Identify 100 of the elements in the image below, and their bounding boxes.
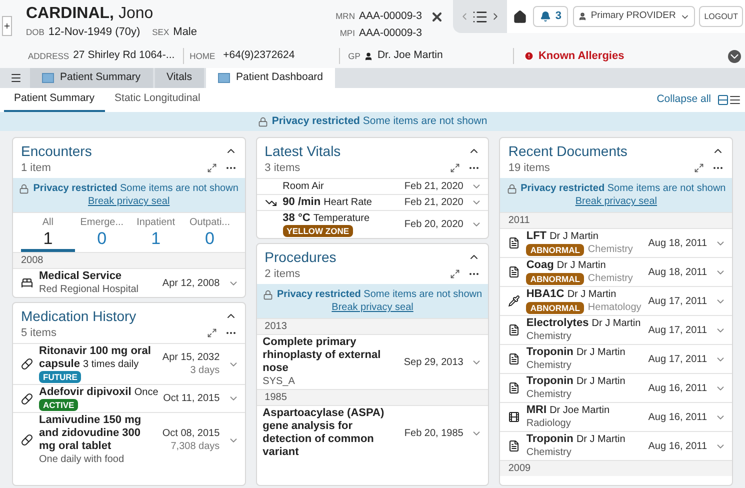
lock-icon xyxy=(262,290,273,300)
alert-icon xyxy=(524,51,534,61)
row-date: Feb 20, 2020 xyxy=(404,218,464,231)
tab[interactable]: Vitals xyxy=(154,68,204,88)
row-subtitle: Chemistry xyxy=(588,272,633,285)
row-date: Aug 17, 2011 xyxy=(648,324,708,336)
allergies-text: Known Allergies xyxy=(538,48,624,64)
user-menu-button[interactable]: Primary PROVIDER xyxy=(572,6,695,27)
expand-icon[interactable] xyxy=(450,269,460,279)
list-row[interactable]: 38 °C Temperature YELLOW ZONE Feb 20, 2020 xyxy=(256,210,488,238)
privacy-text: Privacy restricted Some items are not shown xyxy=(33,182,238,195)
filter-tab[interactable]: Outpati... 0 xyxy=(182,213,237,252)
row-subtitle: Chemistry xyxy=(526,330,572,343)
row-date: Aug 16, 2011 xyxy=(648,440,708,452)
list-row[interactable]: HBA1C Dr J Martin ABNORMAL Hematology Aug 17, 2011 xyxy=(500,286,732,315)
field-label: MRN xyxy=(336,10,355,23)
lock-icon xyxy=(506,184,517,194)
panel-title: Encounters xyxy=(21,142,92,160)
logout-button[interactable]: LOGOUT xyxy=(699,6,743,27)
status-badge: ACTIVE xyxy=(39,399,78,411)
row-date: Aug 17, 2011 xyxy=(648,294,708,308)
bell-icon xyxy=(540,11,552,22)
row-title: Ritonavir 100 mg oral capsule 3 times daily xyxy=(39,345,152,371)
field-label: ADDRESS xyxy=(28,50,70,62)
list-row[interactable]: MRI Dr Joe Martin Radiology Aug 16, 2011 xyxy=(500,402,732,431)
expand-icon[interactable] xyxy=(450,163,460,173)
list-row[interactable]: Ritonavir 100 mg oral capsule 3 times daily FUTURE Apr 15, 2032 3 days xyxy=(13,343,245,384)
field-label: MPI xyxy=(340,27,355,40)
notifications-button[interactable]: 3 xyxy=(533,6,568,27)
row-subtitle: Chemistry xyxy=(526,446,572,459)
plus-icon xyxy=(3,22,11,30)
list-row[interactable]: Electrolytes Dr J Martin Chemistry Aug 17, 2011 xyxy=(500,315,732,344)
expand-icon[interactable] xyxy=(206,163,217,173)
subtab[interactable]: Static Longitudinal xyxy=(104,88,210,112)
row-title: Complete primary rhinoplasty of external nose xyxy=(262,336,382,375)
panel-title: Medication History xyxy=(21,307,136,325)
dob-value: 12-Nov-1949 (70y) xyxy=(48,25,140,40)
filter-tab[interactable]: Inpatient 1 xyxy=(128,213,183,252)
break-privacy-seal-link[interactable]: Break privacy seal xyxy=(575,196,658,207)
row-subtitle: One daily with food xyxy=(39,453,124,466)
break-privacy-seal-link[interactable]: Break privacy seal xyxy=(88,196,170,207)
tab[interactable]: Patient Summary xyxy=(30,68,153,88)
list-row[interactable]: Aspartoacylase (ASPA) gene analysis for detection of common variant Feb 20, 1985 xyxy=(256,405,488,460)
row-duration: 3 days xyxy=(189,364,220,377)
row-title: Medical Service xyxy=(39,270,123,283)
row-date: Aug 18, 2011 xyxy=(648,236,708,250)
row-title: MRI Dr Joe Martin xyxy=(526,404,611,417)
mrn-value: AAA-00009-3 xyxy=(358,9,422,24)
close-icon[interactable] xyxy=(430,10,444,24)
list-row[interactable]: Room Air Feb 21, 2020 xyxy=(256,178,488,194)
dropper-icon xyxy=(508,295,520,307)
panel-title: Latest Vitals xyxy=(264,142,341,160)
person-icon xyxy=(578,12,587,21)
expand-icon[interactable] xyxy=(694,163,704,173)
person-icon xyxy=(364,52,374,60)
row-title: Electrolytes Dr J Martin xyxy=(526,317,642,330)
two-rows-icon[interactable] xyxy=(717,94,729,106)
list-row[interactable]: Adefovir dipivoxil Once ACTIVE Oct 11, 2015 xyxy=(13,384,245,412)
list-row[interactable]: Lamivudine 150 mg and zidovudine 300 mg oral tablet One daily with food Oct 08, 2015 7,308 days xyxy=(13,412,245,467)
list-row[interactable]: Troponin Dr J Martin Chemistry Aug 16, 2011 xyxy=(500,373,732,402)
tab[interactable]: Patient Dashboard xyxy=(206,68,336,88)
expand-header-icon[interactable] xyxy=(728,50,741,62)
row-date: Aug 16, 2011 xyxy=(648,410,708,424)
add-button[interactable] xyxy=(2,16,12,36)
row-date: Aug 17, 2011 xyxy=(648,352,708,366)
privacy-text: Privacy restricted Some items are not shown xyxy=(272,114,488,129)
filter-tab[interactable]: Emerge... 0 xyxy=(74,213,129,252)
list-row[interactable]: Coag Dr J Martin ABNORMAL Chemistry Aug 18, 2011 xyxy=(500,257,732,286)
break-privacy-seal-link[interactable]: Break privacy seal xyxy=(332,302,414,313)
year-header: 2013 xyxy=(256,318,488,334)
row-subtitle: Chemistry xyxy=(588,243,633,256)
panel-title: Recent Documents xyxy=(508,142,628,160)
privacy-text: Privacy restricted Some items are not shown xyxy=(276,288,482,301)
lines-icon[interactable] xyxy=(729,94,741,106)
field-label: SEX xyxy=(152,26,170,39)
row-date: Apr 12, 2008 xyxy=(162,276,220,290)
item-count: 2 items xyxy=(264,267,300,282)
collapse-all-link[interactable]: Collapse all xyxy=(656,92,711,108)
list-row[interactable]: Troponin Dr J Martin Chemistry Aug 17, 2011 xyxy=(500,344,732,373)
expand-icon[interactable] xyxy=(206,328,217,338)
row-title: Troponin Dr J Martin xyxy=(526,433,626,446)
list-icon[interactable] xyxy=(472,8,488,24)
panel-title: Procedures xyxy=(264,248,336,266)
year-header: 1985 xyxy=(256,389,488,405)
list-row[interactable]: LFT Dr J Martin ABNORMAL Chemistry Aug 18, 2011 xyxy=(500,228,732,257)
privacy-text: Privacy restricted Some items are not shown xyxy=(520,182,726,195)
row-title: 38 °C Temperature xyxy=(282,212,371,225)
row-duration: 7,308 days xyxy=(170,440,220,453)
list-row[interactable]: 90 /min Heart Rate Feb 21, 2020 xyxy=(256,194,488,210)
row-subtitle: Chemistry xyxy=(526,359,572,372)
status-badge: ABNORMAL xyxy=(526,244,584,256)
year-header: 2009 xyxy=(500,460,732,476)
row-subtitle: SYS_A xyxy=(262,375,295,388)
row-date: Aug 16, 2011 xyxy=(648,382,708,394)
list-row[interactable]: Medical Service Red Regional Hospital Apr 12, 2008 xyxy=(13,268,245,297)
address-value: 27 Shirley Rd 1064-... xyxy=(73,48,175,64)
row-title: Lamivudine 150 mg and zidovudine 300 mg oral tablet xyxy=(39,414,142,453)
menu-icon[interactable] xyxy=(10,72,22,84)
home-icon[interactable] xyxy=(513,10,527,24)
row-date: Feb 20, 1985 xyxy=(404,426,464,440)
